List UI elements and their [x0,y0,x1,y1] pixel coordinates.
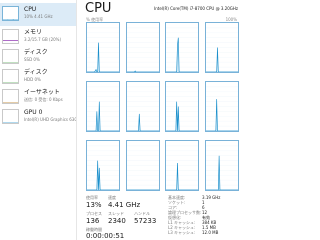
logical-processor-graph [165,22,199,73]
logical-processor-graph [86,81,120,132]
utilization-value: 13% [86,201,102,209]
sidebar-item-label: ディスク [24,49,48,56]
logical-processor-graph [125,22,160,73]
logical-processor-graph [86,22,120,73]
utilization-graph [87,27,119,72]
logical-processor-graphs[interactable] [86,22,239,192]
utilization-line [166,37,198,72]
sidebar-item-sub: 送信: 0 受信: 0 Kbps [24,97,63,102]
sidebar-item-sub: 10% 4.41 GHz [24,14,53,19]
utilization-graph [87,145,119,190]
sidebar-item-label: メモリ [24,29,43,36]
utilization-line [126,70,159,72]
logical-processor-graph [204,81,239,132]
ethernet-thumb-graph [3,102,18,103]
logical-processor-graph [165,81,199,132]
logical-processor-graph [125,81,160,132]
sidebar-item-cpu[interactable]: CPU 10% 4.41 GHz [0,3,76,26]
page-title: CPU [85,1,112,16]
speed-label: 速度 [108,195,116,200]
utilization-graph [205,86,238,131]
gpu-thumb-graph [3,122,18,123]
cpu-thumb-graph [3,19,18,20]
utilization-line [205,155,238,190]
utilization-graph [166,27,198,72]
info-row: L3 キャッシュ: 12.0 MB [168,230,219,235]
utilization-graph [126,86,159,131]
ethernet-thumbnail [2,89,19,104]
utilization-area [166,163,198,190]
utilization-line [205,47,238,72]
disk-thumb-graph [3,62,18,63]
cpu-detail-panel: CPU Intel(R) Core(TM) i7-8700 CPU @ 3.20… [80,0,240,240]
handles-label: ハンドル [134,211,150,216]
uptime-value: 0:00:00:51 [86,232,125,240]
cpu-stats: 使用率 13% 速度 4.41 GHz プロセス 136 スレッド 2340 ハ… [86,194,238,240]
utilization-area [205,155,238,190]
speed-value: 4.41 GHz [108,201,141,209]
utilization-graph [166,145,198,190]
utilization-graph [205,27,238,72]
logical-processor-graph [165,140,199,191]
sidebar-item-label: イーサネット [24,89,60,96]
utilization-graph [126,145,159,190]
disk-thumbnail [2,69,19,84]
cpu-thumbnail [2,6,19,21]
utilization-graph [126,27,159,72]
handles-value: 57233 [134,217,157,225]
threads-label: スレッド [108,211,124,216]
sidebar-item-sub: 3.2/15.7 GB (20%) [24,37,62,42]
memory-thumb-graph [3,40,18,41]
utilization-area [166,37,198,72]
utilization-label: 使用率 [86,195,98,200]
sidebar-item-label: CPU [24,6,37,13]
sidebar-item-gpu[interactable]: GPU 0 Intel(R) UHD Graphics 630 0% [0,106,76,129]
sidebar-item-label: GPU 0 [24,109,43,116]
utilization-area [205,47,238,72]
sidebar-item-sub: SSD 0% [24,57,40,62]
logical-processor-graph [86,140,120,191]
threads-value: 2340 [108,217,126,225]
memory-thumbnail [2,29,19,44]
processes-value: 136 [86,217,100,225]
utilization-graph [166,86,198,131]
logical-processor-graph [204,22,239,73]
disk-thumbnail [2,49,19,64]
gpu-thumbnail [2,109,19,124]
cpu-model-name: Intel(R) Core(TM) i7-8700 CPU @ 3.20GHz [154,6,238,11]
sidebar-item-sub: Intel(R) UHD Graphics 630 0% [24,117,76,122]
disk-thumb-graph [3,82,18,83]
logical-processor-graph [204,140,239,191]
utilization-graph [87,86,119,131]
utilization-graph [205,145,238,190]
logical-processor-graph [125,140,160,191]
utilization-line [166,163,198,190]
processes-label: プロセス [86,211,102,216]
sidebar: CPU 10% 4.41 GHz メモリ 3.2/15.7 GB (20%) デ… [0,0,77,240]
sidebar-item-label: ディスク [24,69,48,76]
sidebar-item-sub: HDD 0% [24,77,41,82]
